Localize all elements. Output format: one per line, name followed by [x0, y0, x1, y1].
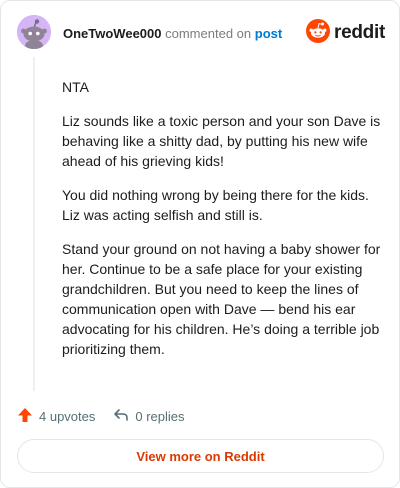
- reddit-wordmark: reddit: [334, 22, 385, 43]
- username-link[interactable]: OneTwoWee000: [63, 26, 162, 41]
- view-more-button[interactable]: View more on Reddit: [17, 439, 384, 473]
- thread-line: [33, 57, 35, 391]
- comment-paragraph: You did nothing wrong by being there for…: [62, 187, 369, 223]
- comment-meta: OneTwoWee000 commented on post: [63, 26, 282, 42]
- comment-paragraph: Liz sounds like a toxic person and your …: [62, 113, 381, 169]
- comment-body: NTA Liz sounds like a toxic person and y…: [62, 77, 382, 373]
- reddit-comment-embed: OneTwoWee000 commented on post reddit NT…: [0, 0, 400, 488]
- comment-paragraph: NTA: [62, 79, 89, 95]
- comment-actions: 4 upvotes 0 replies: [17, 405, 203, 427]
- snoo-avatar-icon[interactable]: [17, 15, 51, 49]
- reply-arrow-icon: [113, 407, 129, 426]
- upvote-arrow-icon: [17, 407, 33, 426]
- commented-on-text: commented on: [165, 26, 252, 41]
- comment-paragraph: Stand your ground on not having a baby s…: [62, 241, 381, 357]
- reply-count: 0 replies: [135, 408, 185, 424]
- upvote-button[interactable]: 4 upvotes: [17, 407, 95, 426]
- comment-header: OneTwoWee000 commented on post reddit: [17, 15, 385, 55]
- upvote-count: 4 upvotes: [39, 408, 96, 424]
- post-link[interactable]: post: [255, 26, 282, 41]
- reply-button[interactable]: 0 replies: [113, 407, 185, 426]
- reddit-logo-icon: [306, 18, 331, 48]
- reddit-brand[interactable]: reddit: [306, 18, 385, 48]
